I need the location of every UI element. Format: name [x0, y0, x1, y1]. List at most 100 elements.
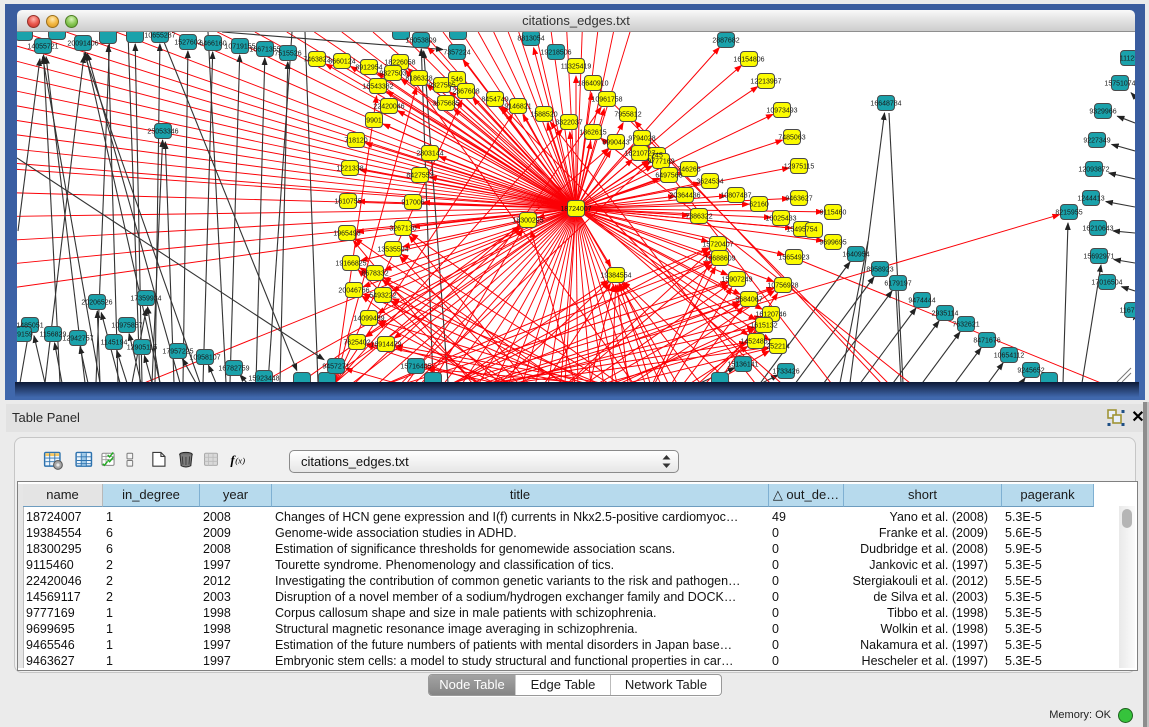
svg-text:10688609: 10688609: [704, 256, 735, 263]
svg-text:7386322: 7386322: [685, 214, 712, 221]
svg-text:9327503: 9327503: [379, 71, 406, 78]
svg-text:11325419: 11325419: [561, 64, 592, 71]
svg-text:8660124: 8660124: [328, 59, 355, 66]
svg-text:20206526: 20206526: [81, 300, 112, 307]
svg-text:11125: 11125: [1120, 56, 1135, 63]
svg-text:1362615: 1362615: [579, 130, 606, 137]
svg-text:1610755: 1610755: [334, 199, 361, 206]
svg-text:5493222: 5493222: [369, 293, 396, 300]
svg-text:19384554: 19384554: [600, 273, 631, 280]
svg-text:16154806: 16154806: [733, 57, 764, 64]
svg-text:16914479: 16914479: [370, 342, 401, 349]
svg-text:1167533: 1167533: [1120, 308, 1135, 315]
svg-text:18640910: 18640910: [577, 81, 608, 88]
svg-text:1615132: 1615132: [750, 323, 777, 330]
svg-text:7357224: 7357224: [443, 50, 470, 57]
svg-text:9463627: 9463627: [785, 196, 812, 203]
svg-text:12213967: 12213967: [750, 79, 781, 86]
svg-text:9901: 9901: [366, 118, 382, 125]
svg-text:9457271: 9457271: [322, 364, 349, 371]
svg-text:18724007: 18724007: [560, 206, 591, 213]
svg-text:12905115: 12905115: [127, 345, 158, 352]
svg-text:25053346: 25053346: [147, 129, 178, 136]
svg-text:39159: 39159: [17, 332, 33, 339]
svg-text:2887682: 2887682: [712, 38, 739, 45]
svg-text:15907249: 15907249: [721, 277, 752, 284]
svg-text:1965498: 1965498: [333, 231, 360, 238]
svg-text:(x): (x): [235, 456, 245, 466]
svg-text:7515526: 7515526: [274, 51, 301, 58]
svg-text:9777169: 9777169: [647, 159, 674, 166]
svg-text:9474444: 9474444: [908, 298, 935, 305]
svg-text:10756928: 10756928: [767, 283, 798, 290]
svg-text:1244413: 1244413: [1077, 196, 1104, 203]
svg-text:15716485: 15716485: [400, 364, 431, 371]
svg-text:2803144: 2803144: [416, 151, 443, 158]
svg-text:8215955: 8215955: [1055, 210, 1082, 217]
svg-text:252214: 252214: [766, 344, 789, 351]
svg-text:16053809: 16053809: [405, 38, 436, 45]
svg-text:10975857: 10975857: [111, 323, 142, 330]
svg-text:10025433: 10025433: [765, 216, 796, 223]
svg-text:1221338: 1221338: [336, 166, 363, 173]
svg-text:17359934: 17359934: [130, 296, 161, 303]
svg-text:1485051: 1485051: [17, 323, 44, 330]
svg-text:16782759: 16782759: [218, 366, 249, 373]
svg-text:1588520: 1588520: [530, 112, 557, 119]
svg-text:9245652: 9245652: [1017, 368, 1044, 375]
svg-text:20046766: 20046766: [338, 288, 369, 295]
svg-text:8471676: 8471676: [973, 338, 1000, 345]
svg-text:7955812: 7955812: [614, 112, 641, 119]
svg-text:7632621: 7632621: [952, 322, 979, 329]
svg-text:14099489: 14099489: [353, 316, 384, 323]
svg-text:12975115: 12975115: [784, 164, 815, 171]
svg-text:10973493: 10973493: [766, 108, 797, 115]
svg-text:10655287: 10655287: [144, 33, 175, 40]
svg-text:9227349: 9227349: [1083, 138, 1110, 145]
svg-text:1527602: 1527602: [174, 40, 201, 47]
svg-text:20091406: 20091406: [67, 41, 98, 48]
svg-text:8427552: 8427552: [406, 173, 433, 180]
svg-text:15692971: 15692971: [1083, 254, 1114, 261]
svg-text:15654923: 15654923: [778, 255, 809, 262]
svg-text:19166825: 19166825: [335, 261, 366, 268]
svg-text:9146821: 9146821: [504, 104, 531, 111]
svg-text:10807487: 10807487: [720, 193, 751, 200]
svg-text:546: 546: [451, 77, 463, 84]
svg-text:8958923: 8958923: [866, 267, 893, 274]
svg-text:1640954: 1640954: [842, 252, 869, 259]
svg-text:13535594: 13535594: [377, 247, 408, 254]
svg-text:16648784: 16648784: [870, 101, 901, 108]
svg-text:8990443: 8990443: [602, 140, 629, 147]
svg-text:10958107: 10958107: [189, 355, 220, 362]
svg-text:22420046: 22420046: [373, 104, 404, 111]
svg-text:14055721: 14055721: [27, 44, 58, 51]
svg-text:6497568: 6497568: [655, 173, 682, 180]
svg-text:7485063: 7485063: [778, 135, 805, 142]
svg-text:15136141: 15136141: [727, 362, 758, 369]
svg-text:17016504: 17016504: [1091, 280, 1122, 287]
svg-text:8678332: 8678332: [361, 271, 388, 278]
svg-text:8186328: 8186328: [405, 76, 432, 83]
svg-text:16120746: 16120746: [755, 312, 786, 319]
svg-text:9794028: 9794028: [628, 136, 655, 143]
svg-text:7625402: 7625402: [343, 340, 370, 347]
svg-text:8322037: 8322037: [555, 120, 582, 127]
svg-text:1145194: 1145194: [101, 340, 128, 347]
svg-text:10654112: 10654112: [994, 353, 1025, 360]
svg-text:16210643: 16210643: [1082, 226, 1113, 233]
svg-text:18226058: 18226058: [384, 60, 415, 67]
svg-text:15751074: 15751074: [1104, 81, 1135, 88]
svg-text:746266: 746266: [677, 167, 700, 174]
svg-text:20364436: 20364436: [669, 193, 700, 200]
svg-text:15923448: 15923448: [248, 376, 279, 383]
svg-text:9115460: 9115460: [820, 210, 847, 217]
svg-text:12942757: 12942757: [62, 336, 93, 343]
svg-text:3675685: 3675685: [432, 101, 459, 108]
svg-text:8813054: 8813054: [517, 36, 544, 43]
svg-text:6179197: 6179197: [884, 281, 911, 288]
svg-text:9329966: 9329966: [1089, 109, 1116, 116]
svg-text:9684067: 9684067: [735, 297, 762, 304]
svg-text:2367608: 2367608: [452, 89, 479, 96]
svg-text:18300295: 18300295: [512, 218, 543, 225]
